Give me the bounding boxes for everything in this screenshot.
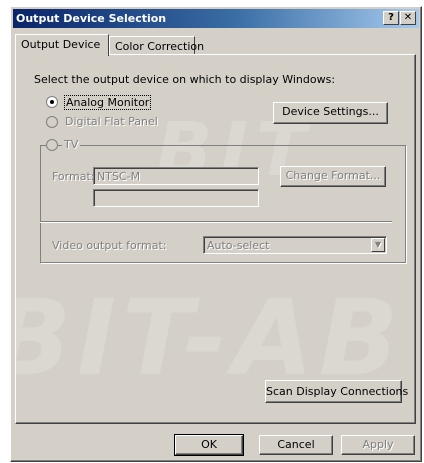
- output-device-dialog: Output Device Selection ? ✕ Output Devic…: [10, 6, 422, 462]
- change-format-button[interactable]: Change Format...: [280, 166, 386, 187]
- ok-button[interactable]: OK: [174, 434, 244, 456]
- radio-digital-flat-panel[interactable]: [46, 116, 58, 128]
- help-button[interactable]: ?: [383, 11, 399, 25]
- window-title: Output Device Selection: [16, 12, 167, 25]
- device-prompt: Select the output device on which to dis…: [34, 73, 336, 86]
- tab-color-correction-label: Color Correction: [115, 40, 205, 53]
- title-bar[interactable]: Output Device Selection ? ✕: [13, 9, 419, 28]
- tab-output-device[interactable]: Output Device: [15, 34, 109, 56]
- tab-color-correction[interactable]: Color Correction: [109, 36, 204, 55]
- format-field[interactable]: NTSC-M: [93, 167, 259, 185]
- video-output-select[interactable]: Auto-select ▼: [203, 236, 387, 254]
- device-settings-button[interactable]: Device Settings...: [273, 102, 388, 124]
- scan-display-connections-button[interactable]: Scan Display Connections: [265, 380, 408, 403]
- radio-analog-monitor[interactable]: [46, 96, 58, 108]
- radio-analog-monitor-label[interactable]: Analog Monitor: [64, 95, 152, 110]
- tv-separator: [40, 221, 392, 223]
- radio-tv[interactable]: [46, 139, 58, 151]
- radio-tv-label[interactable]: TV: [62, 138, 81, 151]
- tab-output-device-label: Output Device: [21, 38, 101, 51]
- close-button[interactable]: ✕: [400, 11, 416, 25]
- chevron-down-icon[interactable]: ▼: [371, 238, 385, 252]
- radio-selected-dot: [50, 100, 54, 104]
- apply-button[interactable]: Apply: [341, 435, 415, 455]
- radio-digital-flat-panel-label[interactable]: Digital Flat Panel: [65, 115, 158, 128]
- video-output-value: Auto-select: [207, 239, 270, 252]
- video-output-label: Video output format:: [52, 239, 167, 252]
- format-label: Format:: [52, 170, 95, 183]
- format-second-field[interactable]: [93, 189, 259, 207]
- cancel-button[interactable]: Cancel: [259, 435, 333, 455]
- output-device-panel: BIT BIT-AB Select the output device on w…: [15, 54, 416, 424]
